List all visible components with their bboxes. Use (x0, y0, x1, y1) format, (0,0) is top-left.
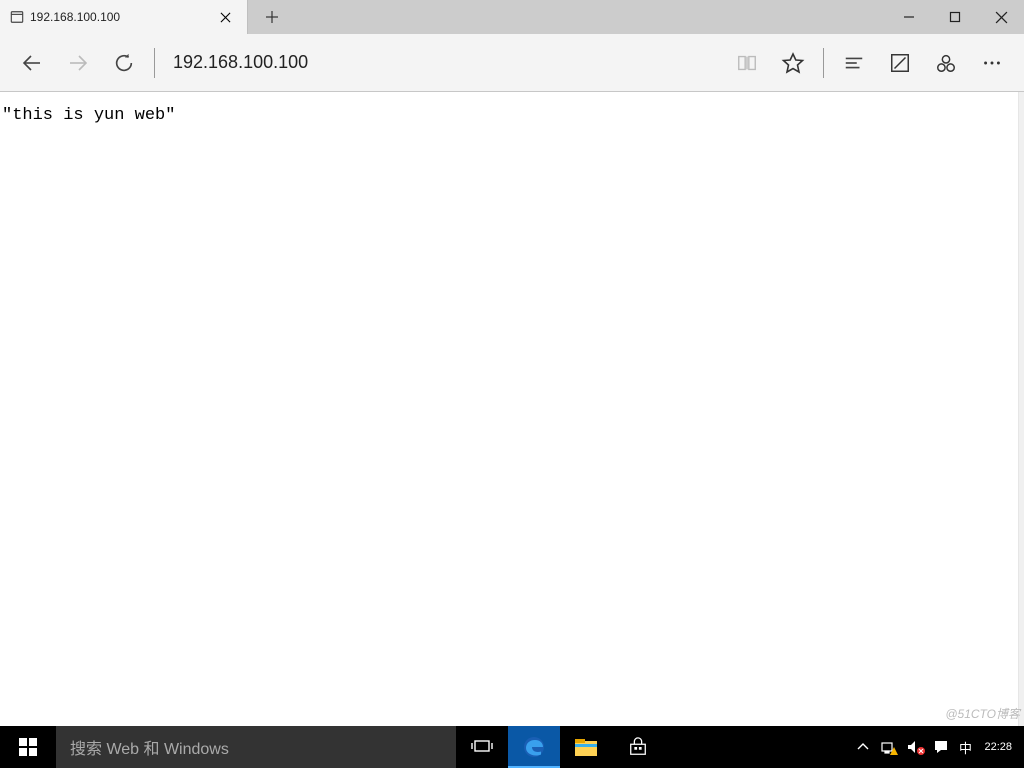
watermark-text: @51CTO博客 (945, 705, 1020, 722)
page-icon (10, 10, 24, 24)
task-view-button[interactable] (456, 726, 508, 768)
tray-overflow-button[interactable] (852, 726, 874, 768)
taskbar-clock[interactable]: 22:28 (978, 741, 1018, 753)
store-button[interactable] (612, 726, 664, 768)
browser-toolbar: 192.168.100.100 (0, 34, 1024, 92)
start-button[interactable] (0, 726, 56, 768)
tab-title: 192.168.100.100 (30, 10, 207, 24)
forward-button[interactable] (56, 41, 100, 85)
close-tab-button[interactable] (213, 5, 237, 29)
address-bar[interactable]: 192.168.100.100 (163, 52, 723, 73)
search-placeholder: 搜索 Web 和 Windows (70, 735, 229, 759)
toolbar-right (725, 41, 1014, 85)
taskbar: 搜索 Web 和 Windows 中 22:28 (0, 726, 1024, 768)
edge-taskbar-button[interactable] (508, 726, 560, 768)
favorites-button[interactable] (771, 41, 815, 85)
browser-tab[interactable]: 192.168.100.100 (0, 0, 248, 34)
page-viewport: "this is yun web" (0, 92, 1024, 726)
search-box[interactable]: 搜索 Web 和 Windows (56, 726, 456, 768)
window-controls (886, 0, 1024, 34)
network-icon[interactable] (878, 726, 900, 768)
browser-titlebar: 192.168.100.100 (0, 0, 1024, 34)
minimize-button[interactable] (886, 0, 932, 34)
web-note-button[interactable] (878, 41, 922, 85)
action-center-icon[interactable] (930, 726, 952, 768)
back-button[interactable] (10, 41, 54, 85)
vertical-scrollbar[interactable] (1018, 92, 1024, 726)
more-button[interactable] (970, 41, 1014, 85)
system-tray: 中 22:28 (852, 726, 1024, 768)
clock-time: 22:28 (984, 741, 1012, 753)
share-button[interactable] (924, 41, 968, 85)
new-tab-button[interactable] (248, 0, 296, 34)
close-window-button[interactable] (978, 0, 1024, 34)
address-text: 192.168.100.100 (173, 52, 308, 72)
titlebar-spacer (296, 0, 886, 34)
hub-button[interactable] (832, 41, 876, 85)
file-explorer-button[interactable] (560, 726, 612, 768)
maximize-button[interactable] (932, 0, 978, 34)
toolbar-separator (154, 48, 155, 78)
volume-icon[interactable] (904, 726, 926, 768)
ime-indicator[interactable]: 中 (956, 726, 974, 768)
page-body-text: "this is yun web" (0, 92, 177, 139)
refresh-button[interactable] (102, 41, 146, 85)
toolbar-separator-2 (823, 48, 824, 78)
reading-view-button[interactable] (725, 41, 769, 85)
